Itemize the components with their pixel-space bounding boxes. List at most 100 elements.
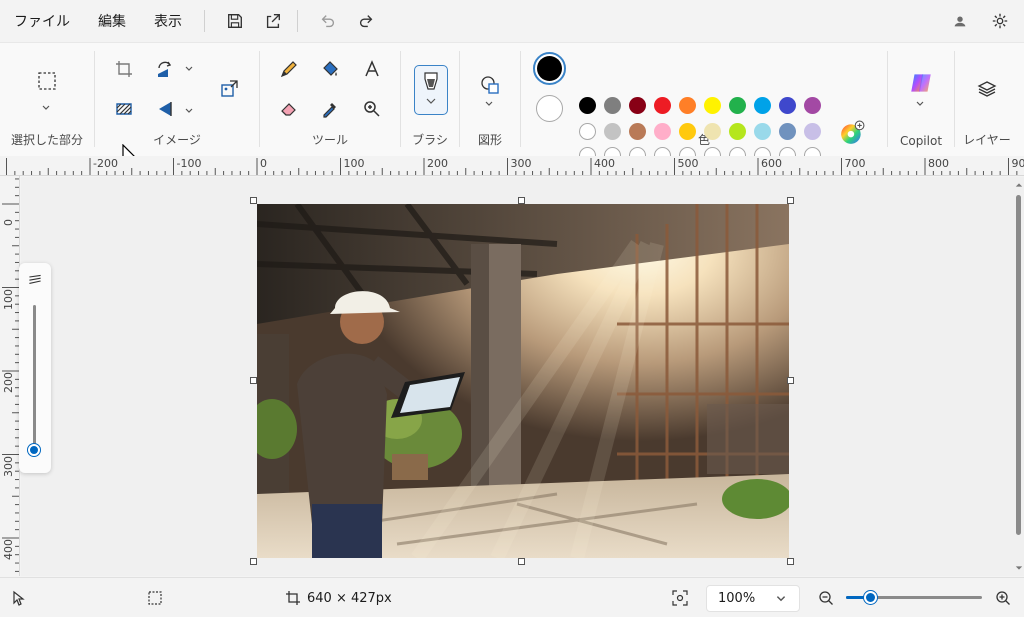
color-swatch-r1-8[interactable]: [779, 97, 796, 114]
flip-button[interactable]: [149, 93, 181, 125]
copilot-dropdown[interactable]: [915, 98, 927, 110]
resize-handle-bl[interactable]: [250, 558, 257, 565]
text-icon: [365, 60, 379, 77]
eraser-button[interactable]: [273, 93, 305, 125]
crop-button[interactable]: [108, 53, 140, 85]
color-swatch-r2-0[interactable]: [579, 123, 596, 140]
rotate-icon: [158, 61, 172, 77]
color-swatch-r2-1[interactable]: [604, 123, 621, 140]
chevron-down-icon: [485, 101, 493, 106]
brush-size-slider[interactable]: [19, 263, 51, 473]
zoom-slider-knob[interactable]: [864, 591, 877, 604]
menu-edit[interactable]: 編集: [84, 6, 140, 36]
color-swatch-r2-2[interactable]: [629, 123, 646, 140]
account-button[interactable]: [944, 6, 976, 36]
vertical-scrollbar[interactable]: [1014, 177, 1024, 576]
group-label-tools: ツール: [311, 133, 348, 147]
color-swatch-r1-7[interactable]: [754, 97, 771, 114]
selection-size: [147, 578, 163, 617]
chevron-down-icon: [776, 596, 786, 602]
ruler-label: 900: [1011, 157, 1024, 170]
color-swatch-r2-8[interactable]: [779, 123, 796, 140]
primary-color[interactable]: [533, 52, 566, 85]
ruler-label: 0: [260, 157, 267, 170]
color-swatch-r1-4[interactable]: [679, 97, 696, 114]
brush-button[interactable]: [414, 65, 448, 115]
horizontal-ruler: -200 -100 0 100 200 300 400 500 600 700 800 900: [0, 156, 1024, 176]
color-swatch-r1-9[interactable]: [804, 97, 821, 114]
pencil-button[interactable]: [273, 53, 305, 85]
group-layers: レイヤー: [955, 43, 1019, 157]
edit-colors-button[interactable]: [836, 117, 868, 149]
shapes-button[interactable]: [474, 69, 506, 101]
eyedropper-icon: [323, 103, 336, 118]
slider-track[interactable]: [33, 305, 36, 445]
ruler-label: 200: [427, 157, 448, 170]
layers-icon: [977, 81, 997, 97]
redo-button[interactable]: [350, 6, 382, 36]
image-size-text: 640 × 427px: [307, 590, 392, 606]
save-button[interactable]: [219, 6, 251, 36]
rotate-button[interactable]: [149, 53, 181, 85]
fill-button[interactable]: [314, 53, 346, 85]
zoom-out-icon: [819, 591, 833, 605]
copilot-button[interactable]: [905, 67, 937, 99]
resize-handle-br[interactable]: [787, 558, 794, 565]
secondary-color[interactable]: [536, 95, 563, 122]
select-button[interactable]: [31, 65, 63, 97]
remove-background-button[interactable]: [108, 93, 140, 125]
select-dropdown[interactable]: [41, 102, 53, 114]
brush-size-icon: [29, 274, 41, 284]
gear-icon: [992, 13, 1008, 29]
resize-handle-tl[interactable]: [250, 197, 257, 204]
color-swatch-r1-0[interactable]: [579, 97, 596, 114]
magnifier-button[interactable]: [356, 93, 388, 125]
scroll-up-icon: [1015, 183, 1023, 187]
resize-handle-tc[interactable]: [518, 197, 525, 204]
color-swatch-r1-6[interactable]: [729, 97, 746, 114]
color-swatch-r1-1[interactable]: [604, 97, 621, 114]
ruler-label: 0: [2, 219, 15, 226]
menu-bar: ファイル 編集 表示: [0, 0, 1024, 42]
menu-view[interactable]: 表示: [140, 6, 196, 36]
resize-button[interactable]: [213, 73, 245, 105]
undo-button[interactable]: [312, 6, 344, 36]
color-swatch-r1-3[interactable]: [654, 97, 671, 114]
color-swatch-r2-9[interactable]: [804, 123, 821, 140]
zoom-in-icon: [996, 591, 1010, 605]
canvas-area[interactable]: [21, 177, 1014, 576]
color-swatch-r2-6[interactable]: [729, 123, 746, 140]
ruler-label: 700: [844, 157, 866, 170]
text-button[interactable]: [356, 53, 388, 85]
layers-button[interactable]: [971, 73, 1003, 105]
resize-handle-bc[interactable]: [518, 558, 525, 565]
scrollbar-thumb[interactable]: [1016, 195, 1021, 535]
resize-handle-tr[interactable]: [787, 197, 794, 204]
color-swatch-r2-7[interactable]: [754, 123, 771, 140]
color-swatch-r1-2[interactable]: [629, 97, 646, 114]
ruler-label: 800: [928, 157, 949, 170]
paint-bucket-icon: [323, 61, 338, 76]
canvas-image[interactable]: [257, 204, 789, 558]
zoom-level-select[interactable]: 100%: [706, 585, 800, 612]
zoom-out-button[interactable]: [818, 578, 834, 617]
chevron-down-icon: [185, 66, 193, 71]
shapes-dropdown[interactable]: [484, 98, 496, 110]
share-button[interactable]: [257, 6, 289, 36]
slider-knob[interactable]: [28, 444, 40, 456]
zoom-in-button[interactable]: [995, 578, 1011, 617]
brush-icon: [424, 72, 438, 104]
rotate-dropdown[interactable]: [184, 63, 196, 75]
resize-handle-ml[interactable]: [250, 377, 257, 384]
construction-photo: [257, 204, 789, 558]
color-swatch-r2-3[interactable]: [654, 123, 671, 140]
color-swatch-r1-5[interactable]: [704, 97, 721, 114]
menu-file[interactable]: ファイル: [0, 6, 84, 36]
resize-handle-mr[interactable]: [787, 377, 794, 384]
color-picker-button[interactable]: [314, 93, 346, 125]
color-swatch-r2-4[interactable]: [679, 123, 696, 140]
fit-to-window-button[interactable]: [672, 578, 688, 617]
settings-button[interactable]: [984, 6, 1016, 36]
flip-dropdown[interactable]: [184, 105, 196, 117]
color-swatch-r2-5[interactable]: [704, 123, 721, 140]
